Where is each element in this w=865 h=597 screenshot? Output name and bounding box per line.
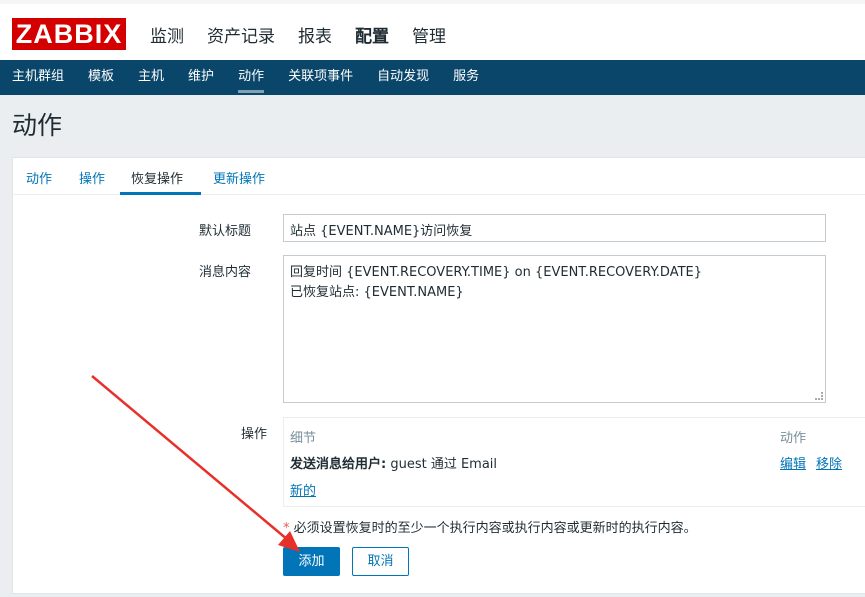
required-note: * 必须设置恢复时的至少一个执行内容或执行内容或更新时的执行内容。: [283, 517, 697, 536]
subnav-maintenance[interactable]: 维护: [188, 60, 214, 95]
top-menu: 监测 资产记录 报表 配置 管理: [150, 22, 446, 47]
subnav-actions[interactable]: 动作: [238, 60, 265, 95]
operations-label: 操作: [241, 427, 268, 442]
subnav-services[interactable]: 服务: [453, 60, 479, 95]
action-column-header: 动作: [780, 431, 807, 446]
zabbix-logo[interactable]: ZABBIX: [12, 18, 126, 50]
operation-row-target: guest 通过 Email: [386, 457, 498, 472]
edit-operation-link[interactable]: 编辑: [780, 453, 806, 472]
tab-update-operations[interactable]: 更新操作: [213, 168, 265, 187]
message-label: 消息内容: [199, 265, 252, 280]
sub-navigation: 主机群组 模板 主机 维护 动作 关联项事件 自动发现 服务: [0, 60, 865, 95]
subnav-host-groups[interactable]: 主机群组: [12, 60, 64, 95]
operations-table: 细节 动作 发送消息给用户: guest 通过 Email 编辑 移除 新的: [283, 417, 865, 507]
tab-bar: 动作 操作 恢复操作 更新操作: [13, 158, 865, 195]
header: ZABBIX 监测 资产记录 报表 配置 管理: [0, 4, 865, 60]
menu-administration[interactable]: 管理: [412, 22, 446, 47]
form-panel: 动作 操作 恢复操作 更新操作 默认标题 站点 {EVENT.NAME}访问恢复…: [12, 157, 865, 594]
required-note-text: 必须设置恢复时的至少一个执行内容或执行内容或更新时的执行内容。: [289, 521, 697, 536]
message-line-1: 回复时间 {EVENT.RECOVERY.TIME} on {EVENT.REC…: [290, 265, 703, 280]
active-tab-indicator: [120, 192, 201, 195]
tab-operations[interactable]: 操作: [79, 168, 105, 187]
menu-reports[interactable]: 报表: [298, 22, 332, 47]
resize-handle[interactable]: [815, 392, 823, 400]
menu-inventory[interactable]: 资产记录: [207, 22, 275, 47]
page-title: 动作: [12, 111, 63, 140]
menu-monitoring[interactable]: 监测: [150, 22, 184, 47]
message-textarea[interactable]: 回复时间 {EVENT.RECOVERY.TIME} on {EVENT.REC…: [283, 255, 826, 403]
subject-label: 默认标题: [199, 224, 252, 239]
subnav-correlation[interactable]: 关联项事件: [288, 60, 353, 95]
menu-configuration[interactable]: 配置: [355, 22, 389, 47]
cancel-button[interactable]: 取消: [352, 547, 409, 576]
details-column-header: 细节: [290, 431, 317, 446]
operation-row-type: 发送消息给用户:: [290, 457, 387, 472]
message-line-2: 已恢复站点: {EVENT.NAME}: [290, 285, 464, 300]
remove-operation-link[interactable]: 移除: [816, 453, 842, 472]
subnav-discovery[interactable]: 自动发现: [377, 60, 429, 95]
subject-input[interactable]: 站点 {EVENT.NAME}访问恢复: [283, 214, 826, 242]
add-button[interactable]: 添加: [283, 547, 340, 576]
subnav-hosts[interactable]: 主机: [138, 60, 164, 95]
new-operation-link[interactable]: 新的: [290, 480, 316, 499]
operation-row-details: 发送消息给用户: guest 通过 Email: [290, 453, 497, 472]
subnav-templates[interactable]: 模板: [88, 60, 114, 95]
tab-action[interactable]: 动作: [26, 168, 52, 187]
tab-recovery-operations[interactable]: 恢复操作: [131, 168, 183, 187]
